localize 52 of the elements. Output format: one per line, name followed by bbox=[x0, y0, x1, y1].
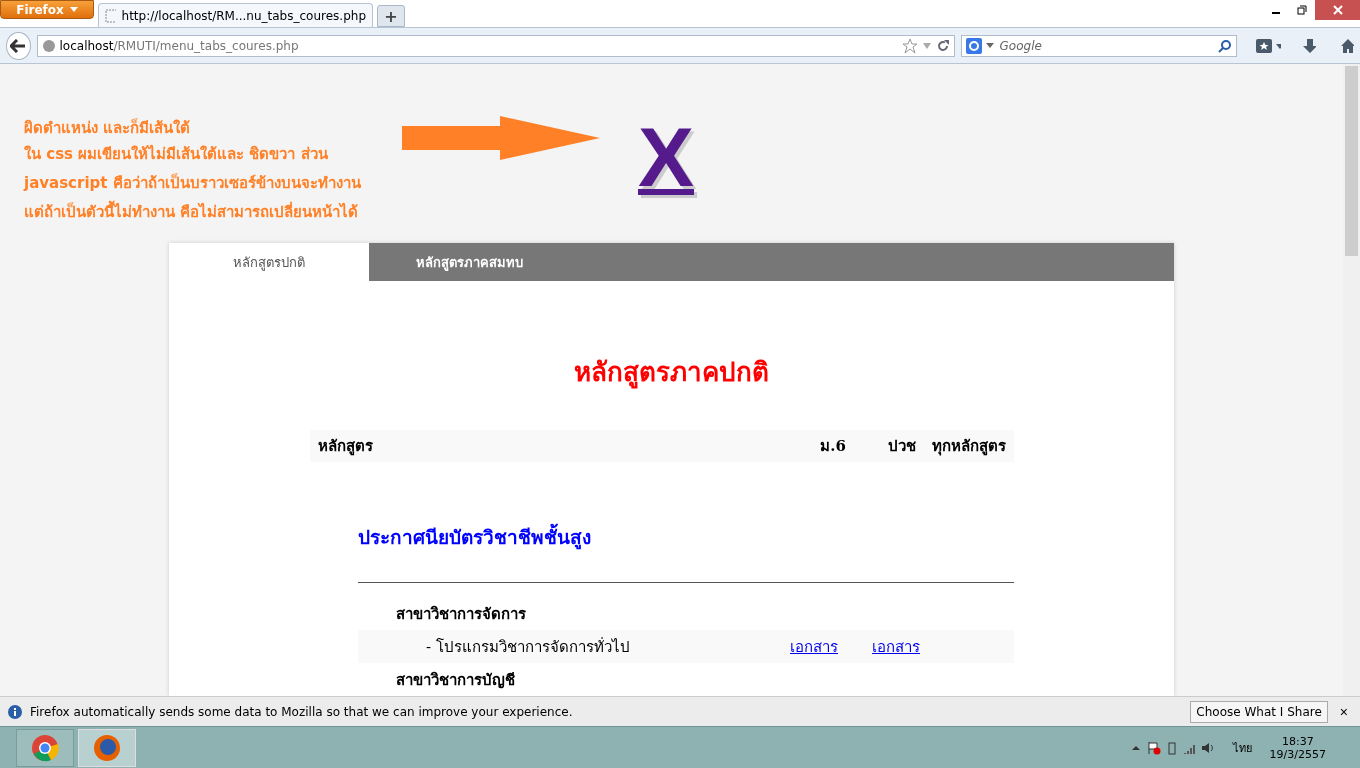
column-header: ปวช bbox=[887, 436, 917, 457]
document-link[interactable]: เอกสาร bbox=[872, 634, 920, 659]
page-title: หลักสูตรภาคปกติ bbox=[573, 356, 770, 391]
url-path: /RMUTI/menu_tabs_coures.php bbox=[113, 38, 299, 53]
back-arrow-icon bbox=[10, 38, 27, 53]
x-link[interactable]: X bbox=[638, 112, 695, 202]
speaker-icon[interactable] bbox=[1200, 740, 1215, 755]
document-link[interactable]: เอกสาร bbox=[790, 634, 838, 659]
home-icon[interactable] bbox=[1340, 37, 1354, 54]
note-line: ใน css ผมเขียนให้ไม่มีเส้นใต้และ ชิดขวา ส่วน bbox=[24, 143, 329, 165]
dropdown-icon[interactable] bbox=[985, 42, 994, 49]
reload-icon[interactable] bbox=[935, 38, 950, 53]
url-host: localhost bbox=[59, 38, 114, 53]
restore-icon bbox=[1297, 5, 1307, 15]
chrome-icon bbox=[31, 733, 59, 762]
search-field[interactable]: Google bbox=[960, 34, 1237, 57]
minimize-icon bbox=[1272, 12, 1280, 14]
scrollbar[interactable] bbox=[1343, 64, 1360, 696]
notification-text: Firefox automatically sends some data to Mozilla so that we can improve your experience. bbox=[30, 704, 574, 719]
search-icon[interactable] bbox=[1217, 38, 1232, 53]
browser-tab[interactable]: http://localhost/RM...nu_tabs_coures.php bbox=[98, 3, 373, 27]
info-icon bbox=[8, 704, 22, 719]
column-header: ทุกหลักสูตร bbox=[931, 436, 1007, 458]
choose-share-button[interactable]: Choose What I Share bbox=[1190, 700, 1328, 723]
close-icon bbox=[1332, 5, 1343, 15]
section-heading: ประกาศนียบัตรวิชาชีพชั้นสูง bbox=[358, 522, 1014, 552]
course-tab[interactable]: หลักสูตรปกติ bbox=[169, 243, 369, 281]
chrome-taskbar-button[interactable] bbox=[16, 728, 74, 767]
note-line: แต่ถ้าเป็นตัวนี้ไม่ทำงาน คือไม่สามารถเปลี่ยนหน้าได้ bbox=[24, 200, 402, 224]
caret-icon bbox=[69, 7, 78, 12]
google-icon[interactable] bbox=[965, 37, 982, 54]
address-bar[interactable]: localhost/RMUTI/menu_tabs_coures.php bbox=[36, 34, 955, 57]
flag-icon[interactable] bbox=[1146, 740, 1161, 755]
back-button[interactable] bbox=[6, 31, 31, 60]
column-header: หลักสูตร bbox=[317, 436, 374, 458]
page-icon bbox=[105, 8, 116, 23]
branch-label: สาขาวิชาการบัญชี bbox=[395, 669, 515, 691]
branch-label: สาขาวิชาการจัดการ bbox=[395, 603, 526, 625]
language-indicator[interactable]: ไทย bbox=[1232, 738, 1252, 757]
bookmarks-icon[interactable] bbox=[1255, 37, 1282, 54]
program-label: - โปรแกรมวิชาการจัดการทั่วไป bbox=[425, 636, 631, 658]
download-icon[interactable] bbox=[1302, 37, 1316, 54]
clock[interactable]: 18:37 19/3/2557 bbox=[1269, 734, 1326, 761]
close-button[interactable]: × bbox=[1335, 703, 1352, 720]
column-header: ม.6 bbox=[819, 436, 847, 457]
star-icon[interactable] bbox=[901, 37, 918, 54]
note-line: ผิดตำแหน่ง และก็มีเส้นใต้ bbox=[24, 117, 192, 139]
note-line: javascript คือว่าถ้าเป็นบราวเซอร์ข้างบนจะทำงาน bbox=[24, 172, 362, 194]
close-button[interactable] bbox=[1315, 0, 1360, 20]
new-tab-button[interactable]: + bbox=[377, 5, 405, 27]
firefox-icon bbox=[93, 733, 121, 762]
firefox-taskbar-button[interactable] bbox=[78, 728, 136, 767]
